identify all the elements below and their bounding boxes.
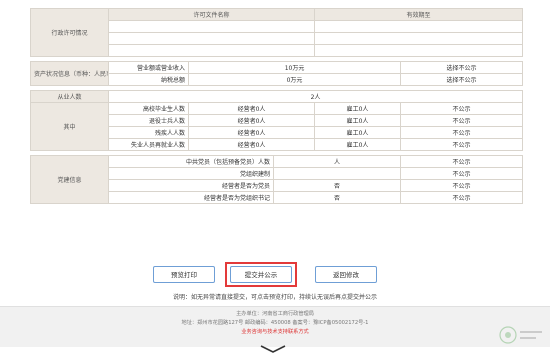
preview-print-button[interactable]: 预览打印 [153, 266, 215, 283]
within-status: 不公示 [400, 114, 524, 127]
license-valid-until-header: 有效期至 [314, 8, 524, 21]
highlight-box [225, 262, 297, 287]
within-operator-count: 经营者0人 [187, 102, 316, 115]
tax-label: 纳税总额 [108, 73, 189, 86]
within-row: 其中 高校毕业生人数 经营者0人 雇工0人 不公示 [30, 102, 524, 151]
party-row: 党建信息 中共党员（包括预备党员）人数 人 不公示 [30, 155, 524, 204]
party-row-label: 党组织建制 [108, 167, 274, 180]
within-section-label: 其中 [30, 102, 109, 151]
footer-address: 地址：郑州市花园路127号 邮政编码：450008 备案号：豫ICP备05002… [181, 320, 369, 326]
page-footer: 主办单位：河南省工商行政管理局 地址：郑州市花园路127号 邮政编码：45000… [0, 306, 550, 347]
party-row-label: 经营者是否为党组织书记 [108, 191, 274, 204]
within-status: 不公示 [400, 102, 524, 115]
annual-report-table: 行政许可情况 许可文件名称 有效期至 资产状况信息（币种：人民币） 营业额或营业… [30, 8, 524, 204]
employees-label: 从业人数 [30, 90, 109, 103]
license-file-name-header: 许可文件名称 [107, 8, 316, 21]
within-row-label: 失业人员再就业人数 [108, 138, 189, 151]
back-edit-button[interactable]: 返回修改 [315, 266, 377, 283]
within-status: 不公示 [400, 138, 524, 151]
footer-sponsor: 主办单位：河南省工商行政管理局 [236, 311, 314, 317]
employees-row: 从业人数 2人 [30, 90, 524, 103]
instruction-note: 说明：如无异常请直接提交，可点击预览打印，持续认无误后再点提交并公示 [172, 294, 377, 301]
revenue-row: 资产状况信息（币种：人民币） 营业额或营业收入 10万元 选择不公示 [30, 61, 524, 86]
party-row-value [272, 167, 402, 180]
party-row-value: 人 [272, 155, 402, 168]
party-row-value: 否 [272, 191, 402, 204]
license-section-label: 行政许可情况 [30, 8, 109, 57]
within-status: 不公示 [400, 126, 524, 139]
party-row-status: 不公示 [400, 167, 524, 180]
party-row-status: 不公示 [400, 191, 524, 204]
party-row-label: 中共党员（包括预备党员）人数 [108, 155, 274, 168]
assets-section-label: 资产状况信息（币种：人民币） [30, 61, 109, 86]
party-section-label: 党建信息 [30, 155, 109, 204]
within-operator-count: 经营者0人 [187, 114, 316, 127]
revenue-value: 10万元 [187, 61, 402, 74]
party-row-status: 不公示 [400, 155, 524, 168]
footer-support-link[interactable]: 业务咨询与技术支持联系方式 [0, 328, 550, 337]
revenue-label: 营业额或营业收入 [108, 61, 189, 74]
revenue-status: 选择不公示 [400, 61, 524, 74]
within-row-label: 残疾人人数 [108, 126, 189, 139]
license-header-row: 行政许可情况 许可文件名称 有效期至 [30, 8, 524, 57]
within-hired-count: 雇工0人 [314, 114, 402, 127]
watermark-logo-icon [499, 326, 542, 344]
within-operator-count: 经营者0人 [187, 138, 316, 151]
tax-status: 选择不公示 [400, 73, 524, 86]
within-hired-count: 雇工0人 [314, 126, 402, 139]
party-row-value: 否 [272, 179, 402, 192]
within-hired-count: 雇工0人 [314, 138, 402, 151]
within-operator-count: 经营者0人 [187, 126, 316, 139]
party-row-status: 不公示 [400, 179, 524, 192]
party-row-label: 经营者是否为党员 [108, 179, 274, 192]
tax-value: 0万元 [187, 73, 402, 86]
employees-value: 2人 [107, 90, 524, 103]
within-row-label: 退役士兵人数 [108, 114, 189, 127]
within-hired-count: 雇工0人 [314, 102, 402, 115]
within-row-label: 高校毕业生人数 [108, 102, 189, 115]
chevron-down-icon[interactable] [258, 344, 288, 354]
